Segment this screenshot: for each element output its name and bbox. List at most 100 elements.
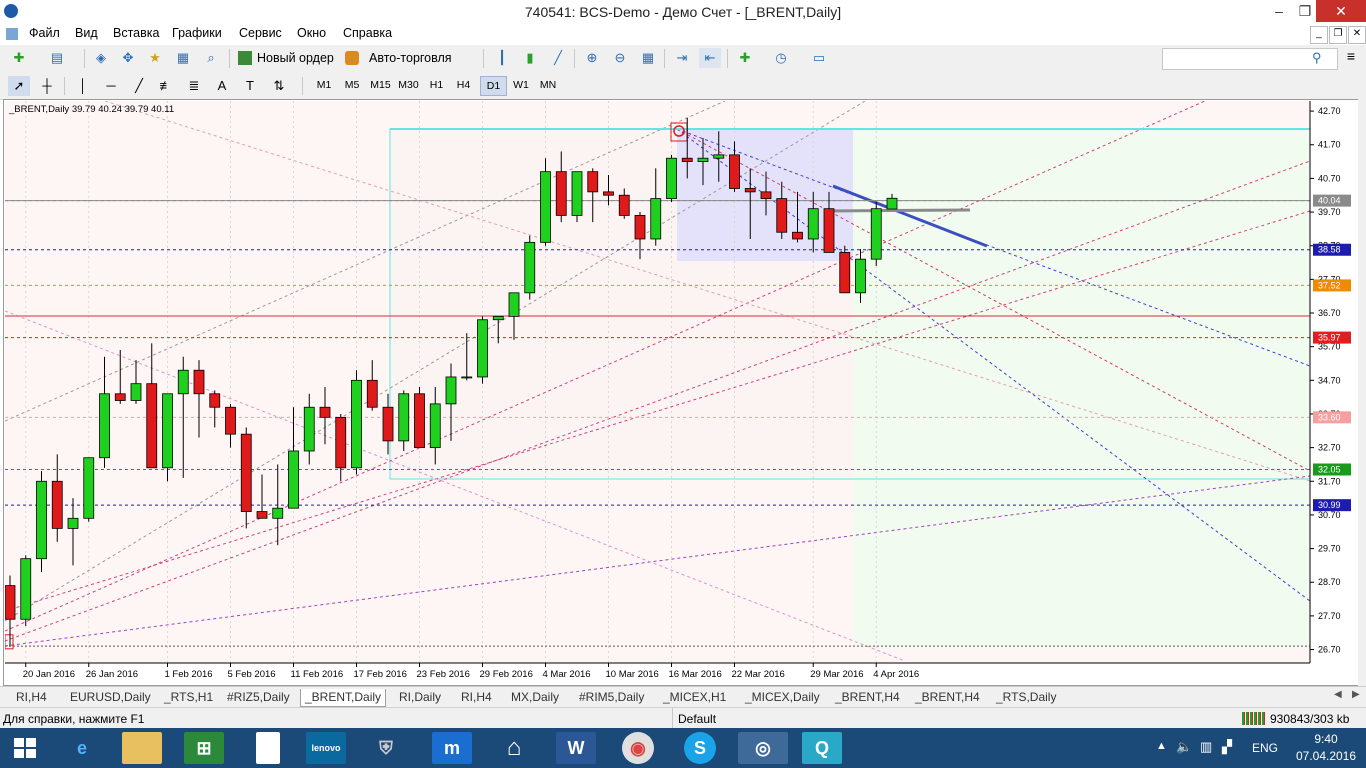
tab-chart[interactable]: _BRENT,H4: [831, 689, 904, 706]
cursor-icon[interactable]: ➚: [8, 76, 30, 96]
timeframe-m15[interactable]: M15: [367, 76, 394, 94]
timeframe-mn[interactable]: MN: [535, 76, 561, 94]
explorer-icon[interactable]: [122, 732, 162, 764]
tester-icon[interactable]: ⌕: [200, 48, 222, 68]
zoom-out-icon[interactable]: ⊖: [609, 48, 631, 68]
tab-chart[interactable]: RI,H4: [457, 689, 496, 706]
timeframe-m5[interactable]: M5: [339, 76, 365, 94]
tab-chart[interactable]: _RTS,Daily: [992, 689, 1060, 706]
tab-chart[interactable]: #RIM5,Daily: [575, 689, 648, 706]
menu-window[interactable]: Окно: [297, 26, 326, 40]
tab-chart[interactable]: _BRENT,H4: [911, 689, 984, 706]
menu-help[interactable]: Справка: [343, 26, 392, 40]
price-tick-label: 41.70: [1318, 140, 1341, 150]
child-close-button[interactable]: ✕: [1348, 26, 1366, 44]
zoom-in-icon[interactable]: ⊕: [581, 48, 603, 68]
timeframe-w1[interactable]: W1: [508, 76, 534, 94]
lenovo-icon[interactable]: lenovo: [306, 732, 346, 764]
auto-trading-icon: [345, 51, 359, 65]
menu-tools[interactable]: Сервис: [239, 26, 282, 40]
price-tick-label: 27.70: [1318, 611, 1341, 621]
start-button[interactable]: [0, 728, 50, 768]
signal-icon[interactable]: ▞: [1222, 739, 1232, 755]
skype-icon[interactable]: S: [684, 732, 716, 764]
trendline-icon[interactable]: ╱: [128, 76, 150, 96]
auto-trading-button[interactable]: Авто-торговля: [343, 48, 477, 68]
close-button[interactable]: ✕: [1316, 0, 1366, 22]
menu-file[interactable]: Файл: [29, 26, 60, 40]
document-icon[interactable]: [256, 732, 280, 764]
menu-charts[interactable]: Графики: [172, 26, 222, 40]
crosshair-icon[interactable]: ┼: [36, 76, 58, 96]
text-tool-icon[interactable]: A: [211, 76, 233, 96]
navigator-icon[interactable]: ✥: [117, 48, 139, 68]
text-label-icon[interactable]: T: [239, 76, 261, 96]
store-icon[interactable]: ⊞: [184, 732, 224, 764]
clock-time[interactable]: 9:40: [1296, 732, 1356, 746]
maxthon-icon[interactable]: m: [432, 732, 472, 764]
search-icon[interactable]: ⚲: [1312, 50, 1322, 66]
network-icon[interactable]: ▥: [1200, 739, 1212, 755]
metatrader-icon[interactable]: ◎: [738, 732, 788, 764]
favorites-icon[interactable]: ★: [144, 48, 166, 68]
price-chart[interactable]: 42.7041.7040.7039.7038.7037.7036.7035.70…: [5, 101, 1358, 684]
timeframe-m1[interactable]: M1: [312, 76, 336, 94]
price-badge-label: 35.97: [1318, 333, 1341, 343]
tab-chart[interactable]: EURUSD,Daily: [66, 689, 155, 706]
vertical-scrollbar[interactable]: [1358, 99, 1366, 686]
chrome-icon[interactable]: ◉: [622, 732, 654, 764]
tabs-scroll-left-icon[interactable]: ◀: [1334, 689, 1342, 700]
horizontal-line-icon[interactable]: ─: [100, 76, 122, 96]
tabs-scroll-right-icon[interactable]: ▶: [1352, 689, 1360, 700]
fibonacci-icon[interactable]: ≣: [183, 76, 205, 96]
periods-icon[interactable]: ◷: [770, 48, 792, 68]
market-watch-icon[interactable]: ◈: [90, 48, 112, 68]
new-chart-icon[interactable]: ✚: [8, 48, 30, 68]
hamburger-icon[interactable]: ≡: [1340, 48, 1362, 68]
bar-chart-icon[interactable]: ┃: [491, 48, 513, 68]
indicators-icon[interactable]: ✚: [734, 48, 756, 68]
line-chart-icon[interactable]: ╱: [547, 48, 569, 68]
price-tick-label: 26.70: [1318, 645, 1341, 655]
timeframe-h1[interactable]: H1: [424, 76, 449, 94]
new-order-button[interactable]: Новый ордер: [236, 48, 336, 68]
tab-chart[interactable]: MX,Daily: [507, 689, 563, 706]
tab-chart[interactable]: _MICEX,H1: [659, 689, 730, 706]
bull-candle: [870, 208, 882, 260]
windows-taskbar: e ⊞ lenovo ⛨ m ⌂ W ◉ S ◎ Q ▲ 🔈 ▥ ▞ ENG 9…: [0, 728, 1366, 768]
timeframe-d1[interactable]: D1: [480, 76, 507, 96]
arrows-icon[interactable]: ⇅: [268, 76, 290, 96]
menu-view[interactable]: Вид: [75, 26, 98, 40]
quik-icon[interactable]: Q: [802, 732, 842, 764]
bull-candle: [886, 197, 898, 210]
vertical-line-icon[interactable]: │: [72, 76, 94, 96]
tab-chart-active[interactable]: _BRENT,Daily: [300, 689, 387, 707]
home-icon[interactable]: ⌂: [494, 732, 534, 764]
security-icon[interactable]: ⛨: [366, 732, 406, 764]
candlestick-chart-icon[interactable]: ▮: [519, 48, 541, 68]
volume-icon[interactable]: 🔈: [1176, 739, 1192, 755]
tray-overflow-icon[interactable]: ▲: [1156, 740, 1167, 752]
terminal-icon[interactable]: ▦: [172, 48, 194, 68]
child-minimize-button[interactable]: _: [1310, 26, 1328, 44]
language-indicator[interactable]: ENG: [1252, 741, 1278, 755]
ie-icon[interactable]: e: [62, 732, 102, 764]
price-badge-label: 37.52: [1318, 280, 1341, 290]
auto-scroll-icon[interactable]: ⇥: [671, 48, 693, 68]
child-restore-button[interactable]: ❐: [1329, 26, 1347, 44]
profiles-icon[interactable]: ▤: [46, 48, 68, 68]
templates-icon[interactable]: ▭: [808, 48, 830, 68]
menu-insert[interactable]: Вставка: [113, 26, 159, 40]
tile-windows-icon[interactable]: ▦: [637, 48, 659, 68]
tab-chart[interactable]: #RIZ5,Daily: [223, 689, 294, 706]
tab-chart[interactable]: _RTS,H1: [160, 689, 217, 706]
tab-chart[interactable]: RI,Daily: [395, 689, 445, 706]
tab-chart[interactable]: RI,H4: [12, 689, 51, 706]
timeframe-m30[interactable]: M30: [395, 76, 422, 94]
timeframe-h4[interactable]: H4: [451, 76, 476, 94]
equidistant-channel-icon[interactable]: ≢: [155, 76, 177, 96]
word-icon[interactable]: W: [556, 732, 596, 764]
clock-date[interactable]: 07.04.2016: [1290, 749, 1362, 763]
chart-shift-icon[interactable]: ⇤: [699, 48, 721, 68]
tab-chart[interactable]: _MICEX,Daily: [741, 689, 824, 706]
